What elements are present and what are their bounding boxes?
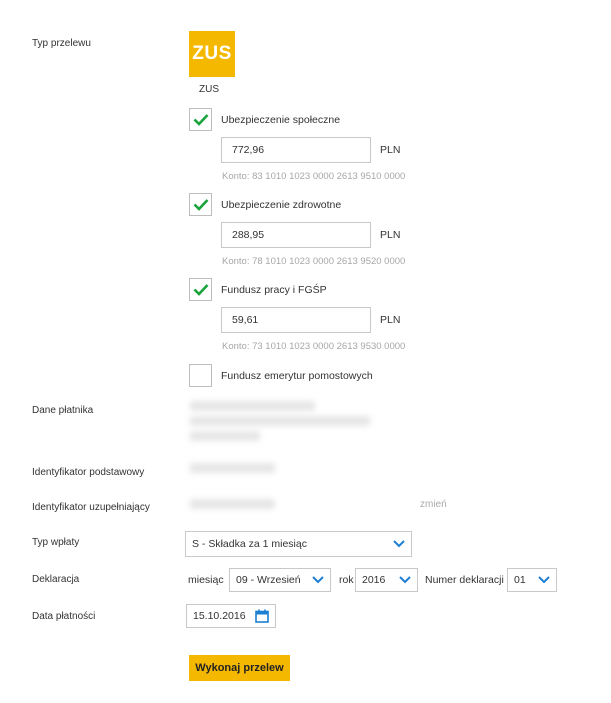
check-icon (193, 199, 208, 211)
payment-type-select[interactable]: S - Składka za 1 miesiąc (185, 531, 412, 557)
label-typ-wplaty: Typ wpłaty (32, 537, 80, 548)
account-number: Konto: 78 1010 1023 0000 2613 9520 0000 (222, 256, 406, 267)
zus-logo: ZUS (189, 31, 235, 77)
declaration-number-label: Numer deklaracji (425, 574, 504, 586)
account-number: Konto: 73 1010 1023 0000 2613 9530 0000 (222, 341, 406, 352)
month-value: 09 - Wrzesień (236, 574, 301, 586)
checkbox-fundusz-emerytur-pomostowych[interactable] (189, 364, 212, 387)
label-typ-przelewu: Typ przelewu (32, 38, 91, 49)
declaration-number-value: 01 (514, 574, 526, 586)
year-select[interactable]: 2016 (355, 568, 418, 592)
label-identyfikator-podstawowy: Identyfikator podstawowy (32, 467, 145, 478)
checkbox-ubezpieczenie-spoleczne[interactable] (189, 108, 212, 131)
currency-label: PLN (380, 144, 401, 156)
primary-identifier-redacted (190, 463, 275, 473)
check-icon (193, 284, 208, 296)
label-ubezpieczenie-zdrowotne: Ubezpieczenie zdrowotne (221, 199, 342, 211)
checkbox-fundusz-pracy[interactable] (189, 278, 212, 301)
year-label: rok (339, 574, 354, 586)
currency-label: PLN (380, 229, 401, 241)
payment-date-value: 15.10.2016 (193, 610, 246, 622)
account-number: Konto: 83 1010 1023 0000 2613 9510 0000 (222, 171, 406, 182)
payer-data-redacted (190, 431, 260, 441)
amount-input-fundusz-pracy[interactable] (221, 307, 371, 333)
label-deklaracja: Deklaracja (32, 574, 80, 585)
chevron-down-icon (399, 576, 411, 584)
calendar-icon[interactable] (255, 609, 269, 623)
payment-type-value: S - Składka za 1 miesiąc (192, 538, 307, 550)
chevron-down-icon (312, 576, 324, 584)
year-value: 2016 (362, 574, 386, 586)
month-select[interactable]: 09 - Wrzesień (229, 568, 331, 592)
amount-input-ubezpieczenie-spoleczne[interactable] (221, 137, 371, 163)
declaration-number-select[interactable]: 01 (507, 568, 557, 592)
checkbox-ubezpieczenie-zdrowotne[interactable] (189, 193, 212, 216)
label-fundusz-pracy: Fundusz pracy i FGŚP (221, 284, 327, 296)
amount-input-ubezpieczenie-zdrowotne[interactable] (221, 222, 371, 248)
payer-data-redacted (190, 416, 370, 426)
submit-transfer-button[interactable]: Wykonaj przelew (189, 655, 290, 681)
chevron-down-icon (393, 540, 405, 548)
label-identyfikator-uzupelniajacy: Identyfikator uzupełniający (32, 502, 150, 513)
zus-caption: ZUS (199, 84, 219, 95)
check-icon (193, 114, 208, 126)
change-link[interactable]: zmień (420, 499, 447, 510)
payment-date-input[interactable]: 15.10.2016 (186, 604, 276, 628)
label-dane-platnika: Dane płatnika (32, 405, 94, 416)
currency-label: PLN (380, 314, 401, 326)
month-label: miesiąc (188, 574, 224, 586)
payer-data-redacted (190, 401, 315, 411)
label-fundusz-emerytur-pomostowych: Fundusz emerytur pomostowych (221, 370, 373, 382)
chevron-down-icon (538, 576, 550, 584)
label-data-platnosci: Data płatności (32, 611, 96, 622)
label-ubezpieczenie-spoleczne: Ubezpieczenie społeczne (221, 114, 341, 126)
secondary-identifier-redacted (190, 499, 275, 509)
zus-logo-text: ZUS (192, 43, 232, 64)
